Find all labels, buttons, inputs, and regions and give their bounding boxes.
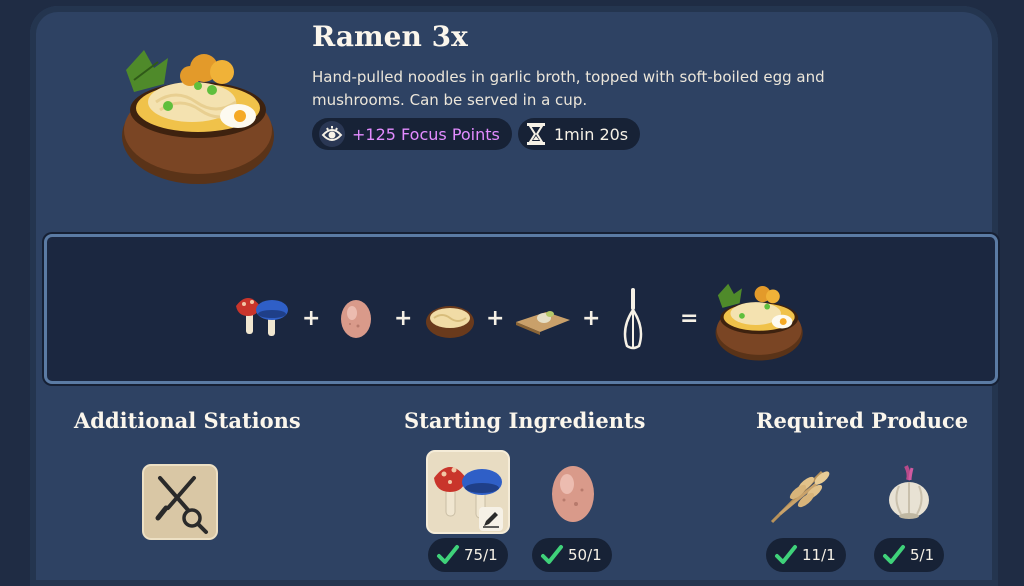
recipe-title: Ramen 3x [312, 20, 468, 53]
count-label: 50/1 [568, 546, 602, 564]
required-produce-title: Required Produce [756, 408, 969, 433]
eye-icon [319, 121, 345, 147]
check-icon [541, 545, 563, 564]
ingredient-slot-mushrooms[interactable] [426, 450, 510, 538]
count-badge: 5/1 [874, 538, 945, 572]
mushrooms-icon [232, 292, 292, 344]
count-label: 11/1 [802, 546, 836, 564]
focus-points-label: +125 Focus Points [352, 124, 500, 144]
produce-slot-wheat[interactable] [766, 462, 838, 530]
check-icon [437, 545, 459, 564]
garlic-icon [889, 465, 929, 519]
count-label: 5/1 [910, 546, 935, 564]
noodles-bowl-icon [424, 302, 476, 344]
check-icon [775, 545, 797, 564]
count-label: 75/1 [464, 546, 498, 564]
station-slot[interactable] [142, 464, 218, 544]
cook-time-label: 1min 20s [554, 124, 629, 144]
knife-fork-magnify-icon [142, 464, 218, 540]
whisk-icon [618, 286, 648, 356]
plus-sign: + [486, 306, 505, 331]
additional-stations-title: Additional Stations [74, 408, 301, 433]
egg-icon [552, 466, 594, 522]
ramen-bowl-icon [112, 40, 280, 190]
plus-sign: + [302, 306, 321, 331]
egg-icon [338, 296, 374, 344]
produce-slot-garlic[interactable] [884, 462, 934, 526]
hourglass-icon [527, 123, 545, 145]
equals-sign: = [680, 306, 699, 331]
garlic-board-icon [514, 300, 572, 340]
wheat-icon [770, 470, 830, 524]
edit-icon[interactable] [478, 506, 504, 532]
cook-time-badge: 1min 20s [518, 118, 641, 150]
focus-points-badge: +125 Focus Points [312, 118, 512, 150]
count-badge: 75/1 [428, 538, 508, 572]
starting-ingredients-title: Starting Ingredients [404, 408, 646, 433]
recipe-description: Hand-pulled noodles in garlic broth, top… [312, 68, 825, 109]
ramen-bowl-icon [706, 278, 810, 368]
ingredient-slot-egg[interactable] [548, 460, 598, 528]
plus-sign: + [394, 306, 413, 331]
count-badge: 11/1 [766, 538, 846, 572]
count-badge: 50/1 [532, 538, 612, 572]
plus-sign: + [582, 306, 601, 331]
check-icon [883, 545, 905, 564]
